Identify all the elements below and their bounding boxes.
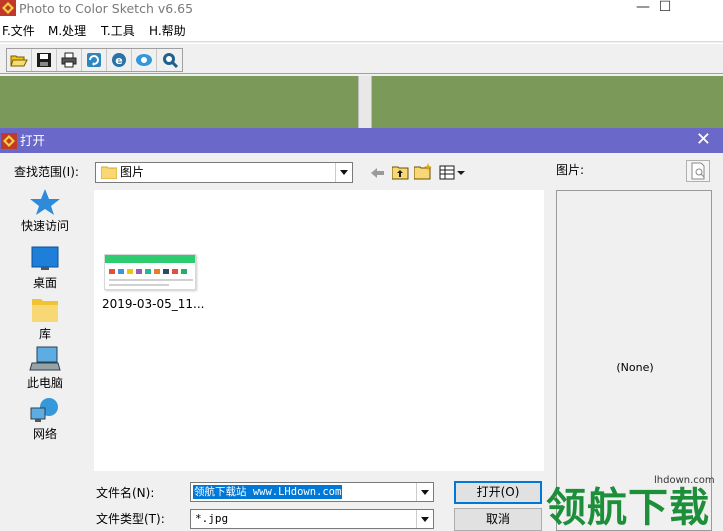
toolbar-group: e	[6, 48, 183, 72]
menu-process[interactable]: M.处理	[48, 23, 86, 39]
app-title: Photo to Color Sketch v6.65	[19, 1, 194, 16]
preview-page-icon	[691, 162, 705, 180]
settings-button[interactable]	[132, 49, 157, 71]
computer-icon	[29, 346, 61, 371]
source-image-panel	[0, 76, 358, 128]
place-quick-access[interactable]: 快速访问	[10, 188, 80, 234]
preview-label: 图片:	[556, 163, 585, 177]
preview-toggle-button[interactable]	[686, 160, 710, 182]
settings-icon	[136, 54, 152, 66]
cancel-button[interactable]: 取消	[454, 508, 542, 531]
up-folder-icon[interactable]	[392, 165, 409, 180]
toolbar: e	[0, 43, 723, 74]
lookin-dropdown[interactable]: 图片	[95, 162, 353, 183]
save-button[interactable]	[32, 49, 57, 71]
preview-value: (None)	[616, 361, 654, 374]
help-button[interactable]	[157, 49, 182, 71]
open-button[interactable]	[7, 49, 32, 71]
network-icon	[30, 398, 58, 422]
back-arrow-icon[interactable]	[371, 167, 385, 179]
chevron-down-icon	[335, 163, 352, 182]
dialog-app-icon	[1, 133, 17, 149]
image-thumbnail-icon	[105, 255, 195, 286]
web-button[interactable]: e	[107, 49, 132, 71]
chevron-down-icon	[416, 483, 433, 501]
filename-value[interactable]: 领航下载站 www.LHdown.com	[193, 485, 343, 499]
place-label: 此电脑	[26, 376, 63, 390]
open-dialog: 打开 ✕ 查找范围(I): 图片 快速访问 桌面 库 此电脑 网络 2019-0…	[0, 128, 723, 531]
chevron-down-icon	[416, 510, 433, 528]
file-name: 2019-03-05_11...	[102, 297, 205, 311]
open-folder-icon	[10, 55, 28, 67]
process-button[interactable]	[82, 49, 107, 71]
lookin-label: 查找范围(I):	[14, 165, 79, 179]
star-icon	[30, 189, 60, 215]
process-icon	[87, 53, 101, 67]
menubar: F.文件 M.处理 T.工具 H.帮助	[0, 20, 723, 42]
result-image-panel	[372, 76, 723, 128]
watermark-text: 领航下载	[546, 485, 710, 531]
dialog-titlebar: 打开 ✕	[0, 128, 723, 153]
place-label: 网络	[32, 427, 57, 441]
place-label: 桌面	[32, 276, 57, 290]
print-button[interactable]	[57, 49, 82, 71]
place-label: 库	[38, 327, 51, 341]
menu-tools[interactable]: T.工具	[101, 23, 135, 39]
filename-label: 文件名(N):	[96, 486, 155, 500]
place-this-pc[interactable]: 此电脑	[10, 345, 80, 391]
maximize-button[interactable]: ☐	[642, 0, 688, 18]
lookin-value: 图片	[120, 165, 145, 179]
place-network[interactable]: 网络	[10, 396, 80, 442]
dialog-title: 打开	[20, 133, 46, 148]
place-label: 快速访问	[20, 219, 69, 233]
desktop-icon	[31, 246, 59, 270]
menu-file[interactable]: F.文件	[2, 23, 35, 39]
app-logo-icon	[0, 0, 16, 16]
help-icon	[162, 53, 178, 68]
dialog-close-button[interactable]: ✕	[696, 130, 711, 150]
save-icon	[37, 53, 51, 67]
watermark-logo: lhdown.com 领航下载	[546, 474, 723, 531]
file-thumbnail	[104, 254, 196, 290]
filename-field[interactable]: 领航下载站 www.LHdown.com	[190, 482, 434, 502]
menu-help[interactable]: H.帮助	[149, 23, 186, 39]
open-button-dialog[interactable]: 打开(O)	[454, 481, 542, 504]
view-menu-icon[interactable]	[439, 165, 467, 180]
new-folder-icon[interactable]	[414, 163, 432, 180]
library-icon	[32, 299, 58, 322]
place-desktop[interactable]: 桌面	[10, 245, 80, 291]
filetype-label: 文件类型(T):	[96, 512, 165, 526]
print-icon	[61, 52, 77, 68]
folder-icon	[101, 166, 117, 179]
filetype-value: *.jpg	[195, 512, 229, 525]
panel-splitter[interactable]	[358, 76, 372, 128]
web-icon: e	[112, 53, 126, 67]
places-bar: 快速访问 桌面 库 此电脑 网络	[10, 188, 80, 448]
svg-text:e: e	[115, 54, 122, 67]
file-list[interactable]: 2019-03-05_11...	[94, 190, 544, 471]
app-titlebar: Photo to Color Sketch v6.65 — ☐	[0, 0, 723, 20]
filetype-dropdown[interactable]: *.jpg	[190, 509, 434, 529]
place-library[interactable]: 库	[10, 296, 80, 342]
